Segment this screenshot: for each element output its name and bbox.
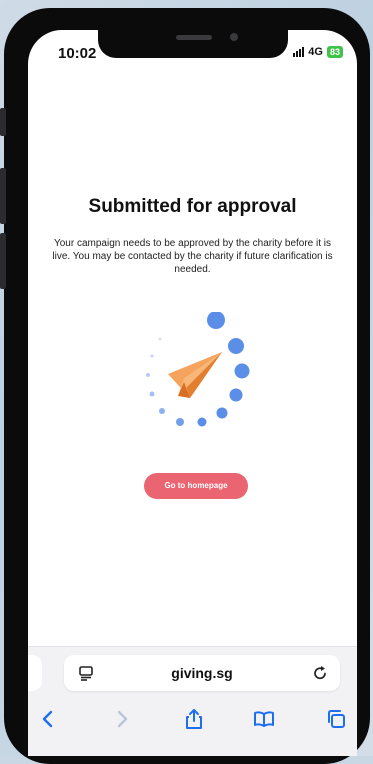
loading-dot [158, 337, 162, 341]
notch [98, 30, 288, 58]
loading-dot [229, 388, 243, 402]
forward-button[interactable] [108, 705, 136, 733]
tabs-icon [328, 710, 345, 728]
status-indicators: 4G 83 [293, 46, 343, 58]
loading-dot [150, 354, 154, 358]
page-description: Your campaign needs to be approved by th… [52, 238, 333, 275]
submitted-illustration [146, 312, 250, 427]
share-button[interactable] [180, 705, 208, 733]
phone-screen: 10:02 4G 83 Submitted for approval Your … [28, 30, 357, 756]
phone-side-button [0, 108, 6, 136]
battery-indicator: 83 [326, 46, 343, 58]
loading-dot [234, 363, 250, 379]
paper-plane-icon [168, 352, 222, 398]
book-icon [254, 711, 274, 727]
chevron-left-icon [42, 710, 53, 728]
back-button[interactable] [34, 705, 62, 733]
loading-dot [207, 312, 225, 329]
address-bar[interactable]: giving.sg [64, 655, 340, 691]
signal-icon [293, 47, 305, 57]
loading-dot [149, 391, 155, 397]
go-to-homepage-button[interactable]: Go to homepage [144, 473, 248, 499]
browser-toolbar [28, 699, 357, 739]
bookmarks-button[interactable] [250, 705, 278, 733]
loading-dot [159, 408, 165, 414]
share-icon [186, 709, 202, 729]
loading-dot [176, 418, 184, 426]
phone-side-button [0, 168, 6, 224]
camera [230, 33, 238, 41]
url-text: giving.sg [171, 665, 233, 681]
loading-dot [228, 338, 244, 354]
previous-tab-pill[interactable] [28, 655, 42, 691]
browser-bottom-bar: giving.sg [28, 646, 357, 756]
loading-dot [197, 417, 207, 427]
page-title: Submitted for approval [88, 196, 297, 217]
phone-side-button [0, 233, 6, 289]
tabs-button[interactable] [322, 705, 350, 733]
loading-dot [216, 407, 228, 419]
chevron-right-icon [117, 710, 128, 728]
reload-icon[interactable] [312, 665, 328, 681]
speaker [176, 35, 212, 40]
network-type: 4G [308, 46, 323, 58]
loading-dot [146, 373, 150, 377]
status-time: 10:02 [58, 45, 97, 62]
